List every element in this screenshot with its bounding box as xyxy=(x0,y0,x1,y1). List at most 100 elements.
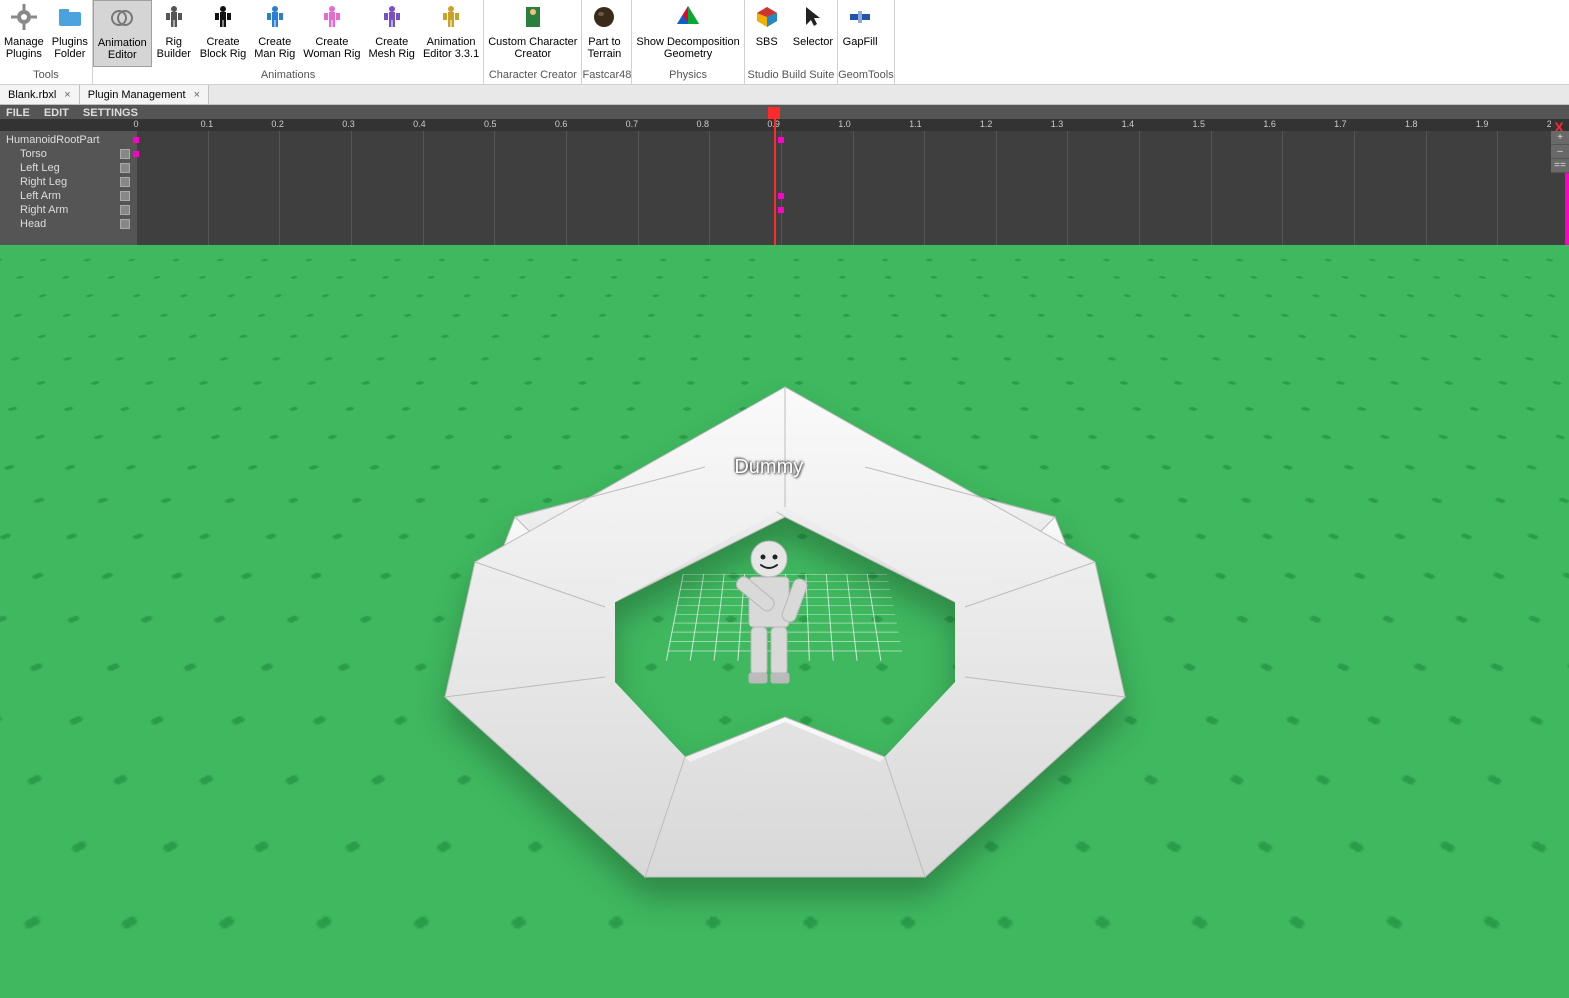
timeline-gridline xyxy=(351,131,352,245)
rig-builder-button[interactable]: Rig Builder xyxy=(152,0,196,67)
timeline-gridline xyxy=(566,131,567,245)
zoom-in-button[interactable]: + xyxy=(1551,131,1569,145)
document-tab[interactable]: Blank.rbxl × xyxy=(0,85,80,104)
keyframe-marker[interactable] xyxy=(778,207,784,213)
timeline-gridline xyxy=(1426,131,1427,245)
track-row[interactable]: Left Leg xyxy=(0,161,136,175)
track-label: Torso xyxy=(20,148,47,160)
part-to-terrain-button[interactable]: Part to Terrain xyxy=(582,0,626,67)
ruler-tick: 1.9 xyxy=(1476,119,1489,129)
track-label: Left Arm xyxy=(20,190,61,202)
zoom-fit-button[interactable]: == xyxy=(1551,159,1569,173)
timeline-gridline xyxy=(996,131,997,245)
anim-menu-edit[interactable]: EDIT xyxy=(44,107,69,117)
ruler-tick: 0.7 xyxy=(626,119,639,129)
manage-plugins-button[interactable]: Manage Plugins xyxy=(0,0,48,67)
close-tab-icon[interactable]: × xyxy=(194,89,200,101)
create-mesh-rig-button[interactable]: Create Mesh Rig xyxy=(364,0,418,67)
ribbon-group-label: Studio Build Suite xyxy=(745,67,837,84)
create-block-rig-button[interactable]: Create Block Rig xyxy=(196,0,250,67)
timeline-ruler[interactable]: 00.10.20.30.40.50.60.70.80.91.01.11.21.3… xyxy=(0,119,1569,131)
track-row[interactable]: Head xyxy=(0,217,136,231)
rig-dark-icon xyxy=(161,2,187,36)
rig-purple-icon xyxy=(379,2,405,36)
track-checkbox[interactable] xyxy=(120,177,130,187)
ribbon-button-label: Create Woman Rig xyxy=(303,36,360,60)
ruler-tick: 0.5 xyxy=(484,119,497,129)
keyframe-marker[interactable] xyxy=(133,137,139,143)
character-name-label: Dummy xyxy=(734,456,803,479)
timeline-gridline xyxy=(136,131,137,245)
animation-editor-panel: FILEEDITSETTINGS 00.10.20.30.40.50.60.70… xyxy=(0,105,1569,245)
track-row[interactable]: Left Arm xyxy=(0,189,136,203)
ruler-tick: 0 xyxy=(133,119,138,129)
ruler-tick: 0.6 xyxy=(555,119,568,129)
timeline-gridline xyxy=(1354,131,1355,245)
animation-editor-button[interactable]: Animation Editor xyxy=(93,0,152,67)
ribbon-button-label: Rig Builder xyxy=(157,36,191,60)
ribbon-group: SBSSelectorStudio Build Suite xyxy=(745,0,838,84)
track-checkbox[interactable] xyxy=(120,205,130,215)
track-row[interactable]: HumanoidRootPart xyxy=(0,133,136,147)
ribbon-button-label: Part to Terrain xyxy=(588,36,622,60)
timeline-gridline xyxy=(709,131,710,245)
ribbon-group-label: GeomTools xyxy=(838,67,894,84)
plugins-folder-button[interactable]: Plugins Folder xyxy=(48,0,92,67)
keyframe-marker[interactable] xyxy=(133,151,139,157)
gapfill-button[interactable]: GapFill xyxy=(838,0,882,67)
sbs-icon xyxy=(754,2,780,36)
ruler-tick: 1.6 xyxy=(1263,119,1276,129)
ribbon-group-label: Physics xyxy=(632,67,743,84)
track-label: Right Arm xyxy=(20,204,68,216)
track-checkbox[interactable] xyxy=(120,163,130,173)
ribbon-group-label: Animations xyxy=(93,67,483,84)
ribbon-button-label: Animation Editor xyxy=(98,37,147,61)
sbs-button[interactable]: SBS xyxy=(745,0,789,67)
timeline-tracks: HumanoidRootPartTorsoLeft LegRight LegLe… xyxy=(0,131,1569,245)
timeline-gridline xyxy=(494,131,495,245)
anim-menu-settings[interactable]: SETTINGS xyxy=(83,107,138,117)
rig-black-icon xyxy=(210,2,236,36)
custom-character-creator-button[interactable]: Custom Character Creator xyxy=(484,0,581,67)
ribbon-group-label: Character Creator xyxy=(484,67,581,84)
timeline-zoom-controls: + – == xyxy=(1551,131,1569,173)
ruler-tick: 1.7 xyxy=(1334,119,1347,129)
track-keyframe-area[interactable] xyxy=(136,131,1569,245)
rig-gold-icon xyxy=(438,2,464,36)
timeline-gridline xyxy=(853,131,854,245)
tab-label: Blank.rbxl xyxy=(8,89,56,101)
track-row[interactable]: Torso xyxy=(0,147,136,161)
anim-menu-file[interactable]: FILE xyxy=(6,107,30,117)
ribbon-button-label: Create Block Rig xyxy=(200,36,246,60)
show-decomposition-geometry-button[interactable]: Show Decomposition Geometry xyxy=(632,0,743,67)
ruler-tick: 1.8 xyxy=(1405,119,1418,129)
close-tab-icon[interactable]: × xyxy=(64,89,70,101)
create-man-rig-button[interactable]: Create Man Rig xyxy=(250,0,299,67)
selector-button[interactable]: Selector xyxy=(789,0,837,67)
track-checkbox[interactable] xyxy=(120,149,130,159)
track-row[interactable]: Right Leg xyxy=(0,175,136,189)
create-woman-rig-button[interactable]: Create Woman Rig xyxy=(299,0,364,67)
decomp-icon xyxy=(675,2,701,36)
timeline-gridline xyxy=(924,131,925,245)
track-row[interactable]: Right Arm xyxy=(0,203,136,217)
dummy-character[interactable] xyxy=(719,531,819,701)
ruler-tick: 1.5 xyxy=(1192,119,1205,129)
ribbon-button-label: Show Decomposition Geometry xyxy=(636,36,739,60)
keyframe-marker[interactable] xyxy=(778,137,784,143)
animation-editor-331-button[interactable]: Animation Editor 3.3.1 xyxy=(419,0,483,67)
gap-icon xyxy=(847,2,873,36)
timeline-playhead[interactable] xyxy=(774,119,776,245)
zoom-out-button[interactable]: – xyxy=(1551,145,1569,159)
track-checkbox[interactable] xyxy=(120,219,130,229)
keyframe-marker[interactable] xyxy=(778,193,784,199)
cc-icon xyxy=(520,2,546,36)
viewport-3d[interactable]: Dummy xyxy=(0,245,1569,998)
track-checkbox[interactable] xyxy=(120,191,130,201)
ribbon-button-label: Plugins Folder xyxy=(52,36,88,60)
ruler-tick: 1.4 xyxy=(1122,119,1135,129)
playhead-scrubber-icon[interactable] xyxy=(768,107,780,119)
document-tabs: Blank.rbxl×Plugin Management× xyxy=(0,85,1569,105)
document-tab[interactable]: Plugin Management× xyxy=(80,85,209,104)
cursor-icon xyxy=(800,2,826,36)
